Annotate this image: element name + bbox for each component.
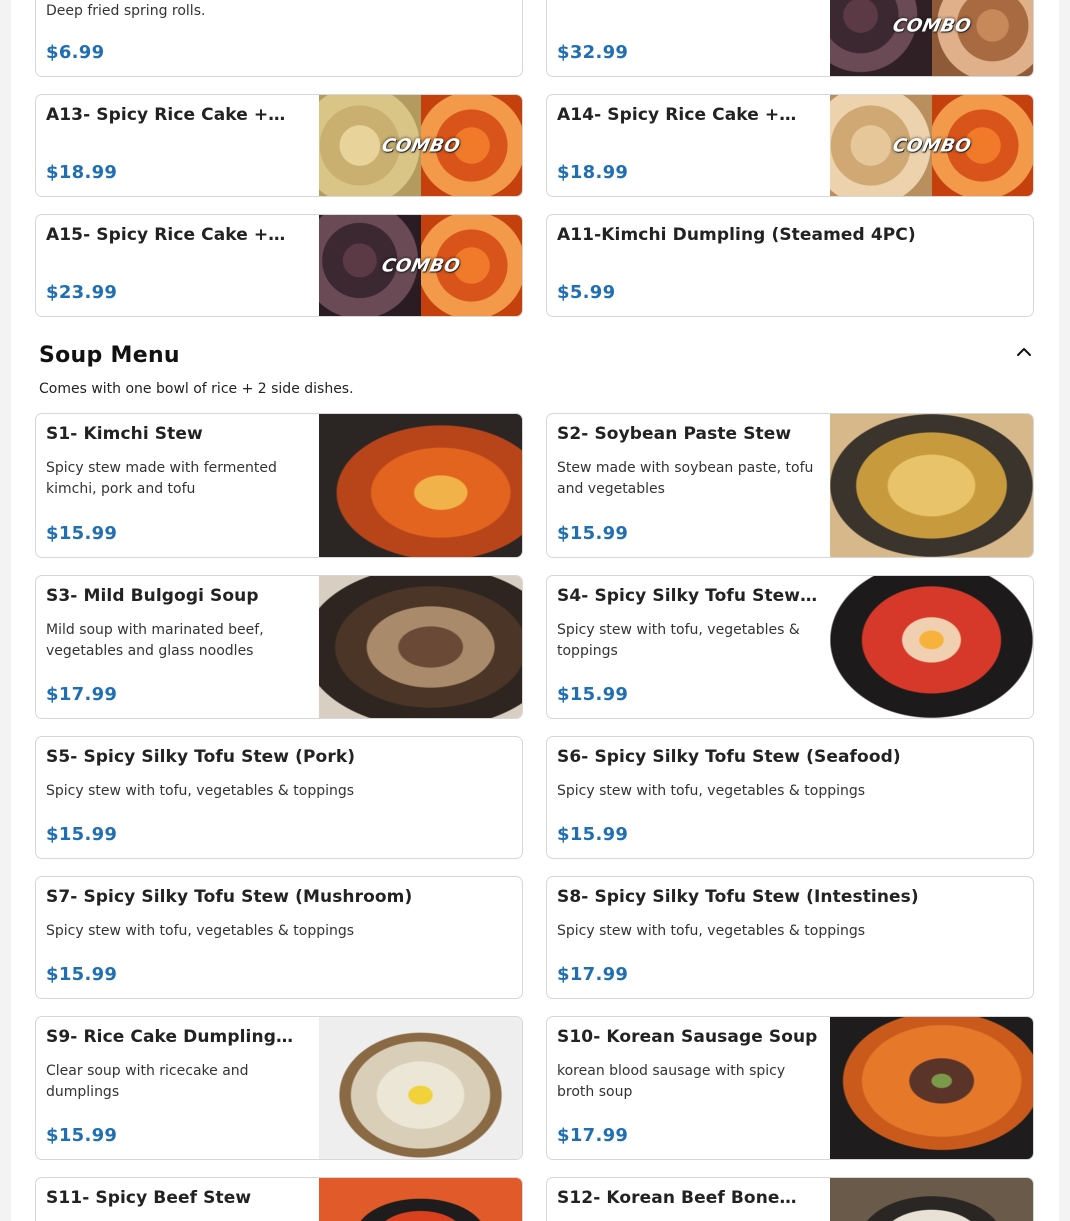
item-photo — [830, 414, 1033, 557]
item-name: S11- Spicy Beef Stew — [46, 1188, 252, 1208]
item-price: $15.99 — [557, 684, 629, 705]
item-description: korean blood sausage with spicy broth so… — [557, 1063, 786, 1100]
item-photo — [319, 1178, 522, 1221]
section-note: Comes with one bowl of rice + 2 side dis… — [39, 381, 354, 397]
item-description: Spicy stew with tofu, vegetables & toppi… — [46, 783, 355, 799]
item-description: Spicy stew with tofu, vegetables & toppi… — [557, 923, 866, 939]
menu-page: Deep fried spring rolls. $6.99 $32.99 CO… — [11, 0, 1059, 1221]
item-name: A14- Spicy Rice Cake +… — [557, 105, 797, 125]
item-description: Spicy stew with tofu, vegetables & toppi… — [557, 622, 800, 659]
menu-item-card[interactable]: S4- Spicy Silky Tofu Stew… Spicy stew wi… — [546, 575, 1034, 719]
item-photo — [830, 1017, 1033, 1159]
section-title: Soup Menu — [39, 343, 180, 368]
soup-grid: S1- Kimchi Stew Spicy stew made with fer… — [35, 413, 1034, 1221]
item-name: A13- Spicy Rice Cake +… — [46, 105, 286, 125]
item-price: $15.99 — [46, 964, 118, 985]
item-description: Mild soup with marinated beef, vegetable… — [46, 622, 264, 659]
item-description: Spicy stew with tofu, vegetables & toppi… — [46, 923, 355, 939]
item-photo — [830, 1178, 1033, 1221]
menu-item-card[interactable]: S1- Kimchi Stew Spicy stew made with fer… — [35, 413, 523, 558]
item-price: $17.99 — [557, 1125, 629, 1146]
item-photo: COMBO — [830, 95, 1033, 196]
item-name: S1- Kimchi Stew — [46, 424, 203, 444]
item-price: $17.99 — [46, 684, 118, 705]
item-photo — [319, 576, 522, 718]
menu-item-card[interactable]: S12- Korean Beef Bone… — [546, 1177, 1034, 1221]
item-name: A15- Spicy Rice Cake +… — [46, 225, 286, 245]
item-price: $15.99 — [46, 523, 118, 544]
item-price: $5.99 — [557, 282, 616, 303]
item-price: $15.99 — [46, 1125, 118, 1146]
item-photo: COMBO — [319, 215, 522, 316]
item-price: $32.99 — [557, 42, 629, 63]
item-name: S5- Spicy Silky Tofu Stew (Pork) — [46, 747, 356, 767]
menu-item-card[interactable]: S10- Korean Sausage Soup korean blood sa… — [546, 1016, 1034, 1160]
menu-item-card[interactable]: S8- Spicy Silky Tofu Stew (Intestines) S… — [546, 876, 1034, 999]
item-name: S8- Spicy Silky Tofu Stew (Intestines) — [557, 887, 919, 907]
combo-badge: COMBO — [890, 135, 973, 156]
item-photo — [319, 1017, 522, 1159]
item-photo: COMBO — [830, 0, 1033, 76]
item-price: $6.99 — [46, 42, 105, 63]
menu-item-card[interactable]: S11- Spicy Beef Stew — [35, 1177, 523, 1221]
item-price: $15.99 — [557, 824, 629, 845]
item-price: $17.99 — [557, 964, 629, 985]
item-price: $23.99 — [46, 282, 118, 303]
menu-item-card[interactable]: S5- Spicy Silky Tofu Stew (Pork) Spicy s… — [35, 736, 523, 859]
item-price: $15.99 — [46, 824, 118, 845]
item-photo — [319, 414, 522, 557]
item-description: Clear soup with ricecake and dumplings — [46, 1063, 249, 1100]
item-photo — [830, 576, 1033, 718]
menu-item-card[interactable]: A11-Kimchi Dumpling (Steamed 4PC) $5.99 — [546, 214, 1034, 317]
item-description: Stew made with soybean paste, tofu and v… — [557, 460, 814, 497]
item-name: S7- Spicy Silky Tofu Stew (Mushroom) — [46, 887, 413, 907]
item-photo: COMBO — [319, 95, 522, 196]
item-description: Deep fried spring rolls. — [46, 3, 206, 19]
item-name: A11-Kimchi Dumpling (Steamed 4PC) — [557, 225, 916, 245]
menu-item-card[interactable]: A14- Spicy Rice Cake +… $18.99 COMBO — [546, 94, 1034, 197]
menu-item-card[interactable]: S6- Spicy Silky Tofu Stew (Seafood) Spic… — [546, 736, 1034, 859]
menu-item-card[interactable]: $32.99 COMBO — [546, 0, 1034, 77]
item-name: S10- Korean Sausage Soup — [557, 1027, 818, 1047]
combo-badge: COMBO — [379, 135, 462, 156]
item-name: S4- Spicy Silky Tofu Stew… — [557, 586, 818, 606]
menu-item-card[interactable]: Deep fried spring rolls. $6.99 — [35, 0, 523, 77]
item-name: S9- Rice Cake Dumpling… — [46, 1027, 294, 1047]
item-name: S12- Korean Beef Bone… — [557, 1188, 797, 1208]
item-name: S2- Soybean Paste Stew — [557, 424, 792, 444]
item-name: S6- Spicy Silky Tofu Stew (Seafood) — [557, 747, 901, 767]
menu-item-card[interactable]: S7- Spicy Silky Tofu Stew (Mushroom) Spi… — [35, 876, 523, 999]
item-price: $18.99 — [46, 162, 118, 183]
item-name: S3- Mild Bulgogi Soup — [46, 586, 259, 606]
menu-item-card[interactable]: S9- Rice Cake Dumpling… Clear soup with … — [35, 1016, 523, 1160]
item-price: $15.99 — [557, 523, 629, 544]
soup-section-header: Soup Menu Comes with one bowl of rice + … — [39, 343, 1035, 403]
item-price: $18.99 — [557, 162, 629, 183]
combo-badge: COMBO — [890, 15, 973, 36]
menu-item-card[interactable]: S3- Mild Bulgogi Soup Mild soup with mar… — [35, 575, 523, 719]
item-description: Spicy stew with tofu, vegetables & toppi… — [557, 783, 866, 799]
menu-item-card[interactable]: S2- Soybean Paste Stew Stew made with so… — [546, 413, 1034, 558]
combo-badge: COMBO — [379, 255, 462, 276]
menu-item-card[interactable]: A15- Spicy Rice Cake +… $23.99 COMBO — [35, 214, 523, 317]
chevron-up-icon[interactable] — [1013, 341, 1035, 363]
item-description: Spicy stew made with fermented kimchi, p… — [46, 460, 277, 497]
appetizer-grid: Deep fried spring rolls. $6.99 $32.99 CO… — [35, 0, 1034, 317]
menu-item-card[interactable]: A13- Spicy Rice Cake +… $18.99 COMBO — [35, 94, 523, 197]
